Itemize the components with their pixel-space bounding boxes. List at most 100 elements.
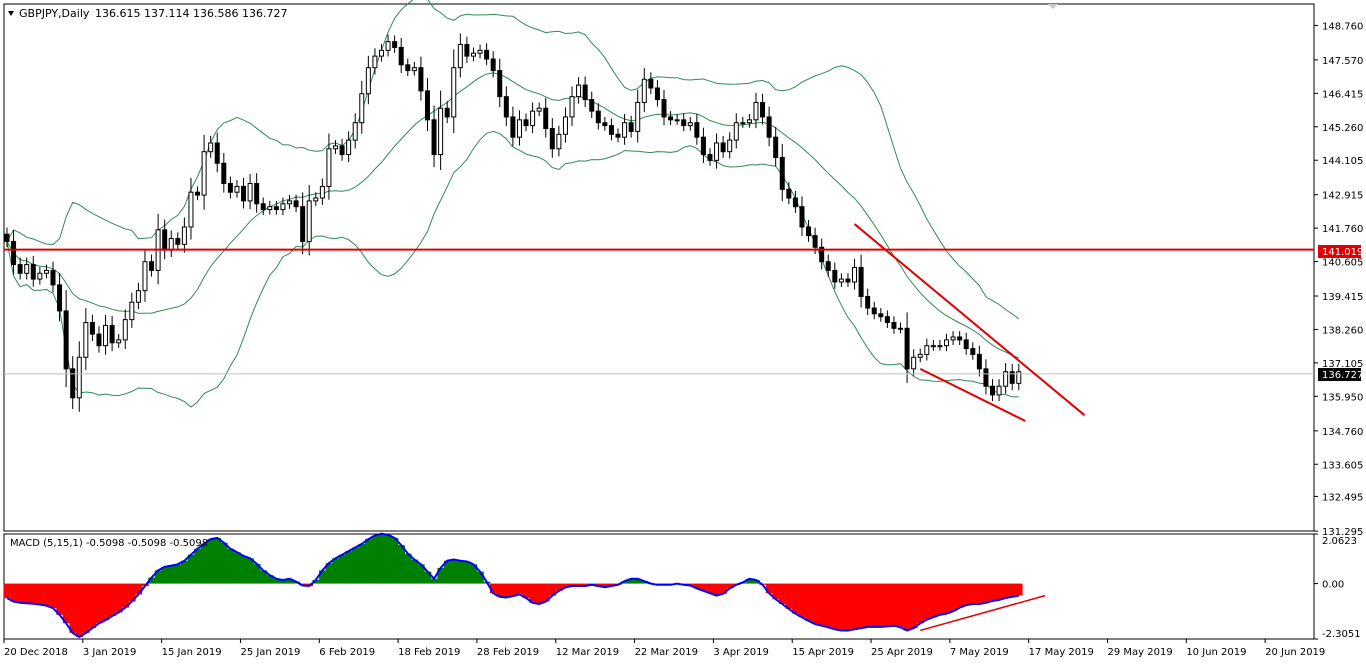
candle-body: [884, 316, 890, 324]
time-tick-label: 28 Feb 2019: [477, 647, 539, 658]
macd-bar: [457, 560, 465, 584]
candle-body: [865, 295, 871, 309]
price-tick-label: 148.760: [1322, 21, 1363, 32]
candle-body: [195, 191, 201, 196]
macd-tick-label: -2.3051: [1322, 629, 1361, 640]
macd-bar: [194, 548, 202, 584]
candle-body: [385, 41, 391, 51]
macd-bar: [463, 561, 471, 584]
macd-bar: [857, 583, 865, 629]
candle-body: [70, 368, 76, 399]
time-tick-label: 7 May 2019: [950, 647, 1009, 658]
candle-body: [720, 142, 726, 153]
price-tick-label: 144.105: [1322, 156, 1363, 167]
candle-body: [707, 154, 713, 161]
macd-bar: [404, 553, 412, 584]
candle-body: [589, 99, 595, 112]
macd-bar: [916, 583, 925, 624]
candle-body: [254, 183, 260, 205]
candle-body: [930, 345, 936, 348]
candle-body: [668, 116, 674, 121]
macd-bar: [529, 583, 537, 603]
time-tick-label: 18 Feb 2019: [398, 647, 460, 658]
candle-body: [365, 67, 371, 95]
candle-body: [83, 322, 89, 358]
candle-body: [326, 148, 332, 187]
macd-bar: [351, 547, 359, 584]
macd-bar: [397, 545, 405, 584]
candle-body: [346, 139, 352, 156]
candle-body: [300, 206, 306, 242]
price-axis: 148.760 147.570 146.415 145.260 144.105 142.9…: [1314, 21, 1363, 538]
macd-bar: [29, 583, 38, 604]
macd-bar: [200, 543, 208, 584]
macd-bar: [69, 583, 77, 633]
chart-window[interactable]: 148.760 147.570 146.415 145.260 144.105 142.9…: [0, 0, 1366, 665]
macd-bar: [778, 583, 787, 605]
price-tick-label: 135.950: [1322, 392, 1363, 403]
macd-bar: [949, 583, 957, 612]
macd-bar: [378, 533, 386, 584]
time-tick-label: 12 Mar 2019: [556, 647, 619, 658]
macd-bar: [995, 583, 1003, 600]
macd-bar: [233, 552, 241, 584]
macd-bar: [62, 583, 70, 624]
macd-tick-label: 2.0623: [1322, 536, 1357, 547]
hline-price-label: 141.019: [1322, 247, 1363, 258]
price-tick-label: 133.605: [1322, 460, 1363, 471]
ohlc-label: 136.615 137.114 136.586 136.727: [95, 7, 287, 20]
macd-bar: [785, 583, 793, 609]
candle-body: [825, 261, 831, 271]
candle-body: [11, 240, 17, 266]
time-tick-label: 15 Apr 2019: [792, 647, 854, 658]
candle-body: [635, 101, 641, 132]
macd-bar: [338, 554, 346, 584]
candle-body: [142, 261, 148, 292]
candle-body: [175, 238, 181, 245]
candle-body: [779, 156, 785, 190]
candle-body: [536, 107, 542, 112]
candle-body: [227, 183, 233, 193]
macd-bar: [864, 583, 872, 627]
candle-body: [654, 87, 660, 101]
candle-body: [37, 272, 43, 280]
chart-canvas[interactable]: 148.760 147.570 146.415 145.260 144.105 142.9…: [0, 0, 1366, 665]
candle-body: [287, 200, 293, 205]
candle-body: [293, 200, 299, 208]
macd-bar: [10, 583, 18, 602]
macd-bar: [811, 583, 819, 624]
candle-body: [129, 301, 135, 321]
macd-bar: [161, 566, 169, 584]
candle-body: [424, 90, 430, 121]
candle-body: [996, 385, 1002, 396]
candle-body: [878, 313, 884, 318]
candle-body: [339, 145, 345, 156]
candle-body: [917, 353, 923, 358]
candle-body: [247, 183, 253, 202]
macd-bar: [969, 583, 977, 605]
price-tick-label: 145.260: [1322, 123, 1363, 134]
candle-body: [753, 101, 759, 121]
candle-body: [464, 44, 470, 57]
price-tick-label: 132.495: [1322, 492, 1363, 503]
price-tick-label: 134.760: [1322, 427, 1363, 438]
candle-body: [898, 327, 904, 330]
candle-body: [96, 333, 102, 347]
macd-bar: [358, 543, 366, 584]
candle-body: [359, 93, 365, 124]
candle-body: [911, 356, 917, 370]
macd-bar: [82, 583, 90, 633]
macd-bar: [903, 583, 911, 631]
macd-bar: [989, 583, 997, 601]
macd-bar: [851, 583, 859, 630]
symbol-label: GBPJPY,Daily: [19, 7, 90, 20]
candle-body: [208, 142, 214, 153]
candle-body: [4, 233, 10, 242]
candle-body: [957, 336, 963, 341]
time-tick-label: 10 Jun 2019: [1186, 647, 1246, 658]
candle-body: [852, 267, 858, 283]
candle-body: [549, 128, 555, 150]
candle-body: [313, 197, 319, 202]
candle-body: [398, 46, 404, 66]
candle-body: [510, 116, 516, 138]
